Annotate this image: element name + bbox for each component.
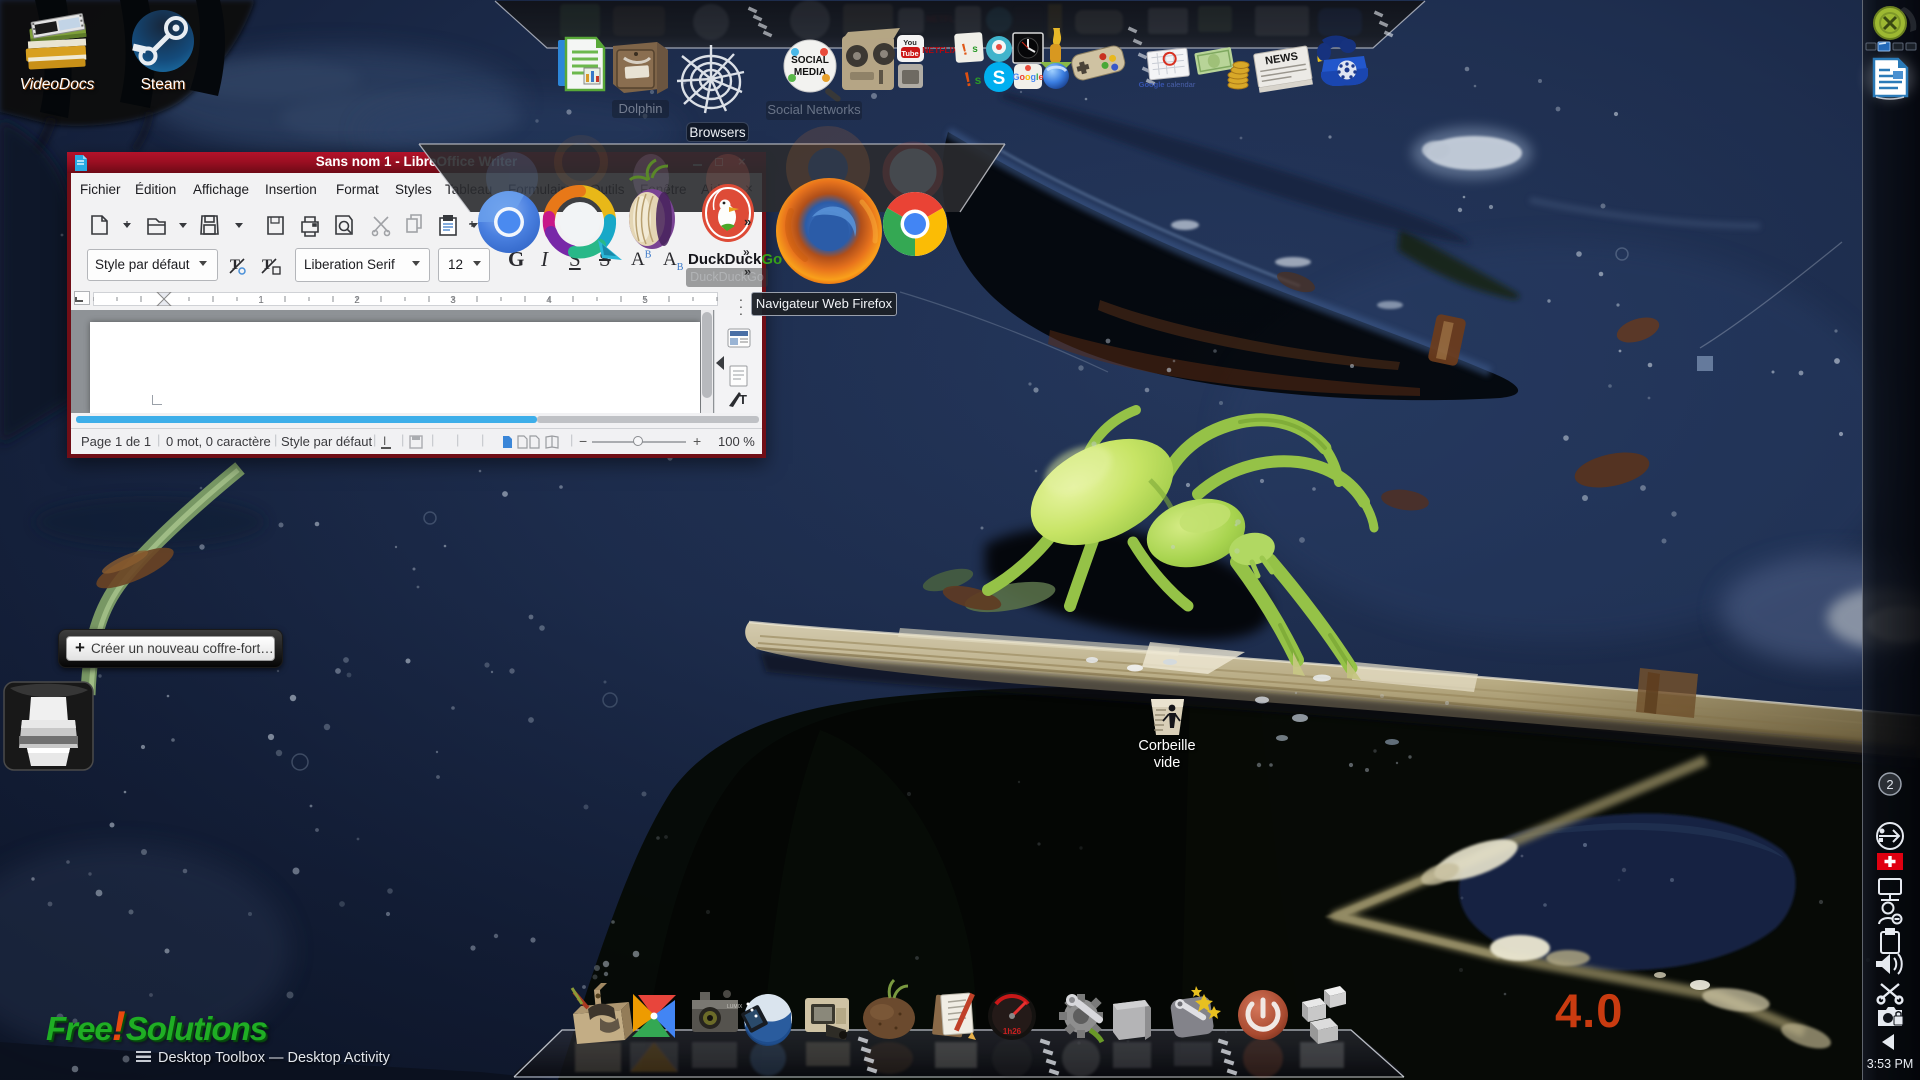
svg-text:»: » bbox=[744, 214, 751, 229]
svg-text:DuckDuckGo: DuckDuckGo bbox=[688, 251, 782, 268]
